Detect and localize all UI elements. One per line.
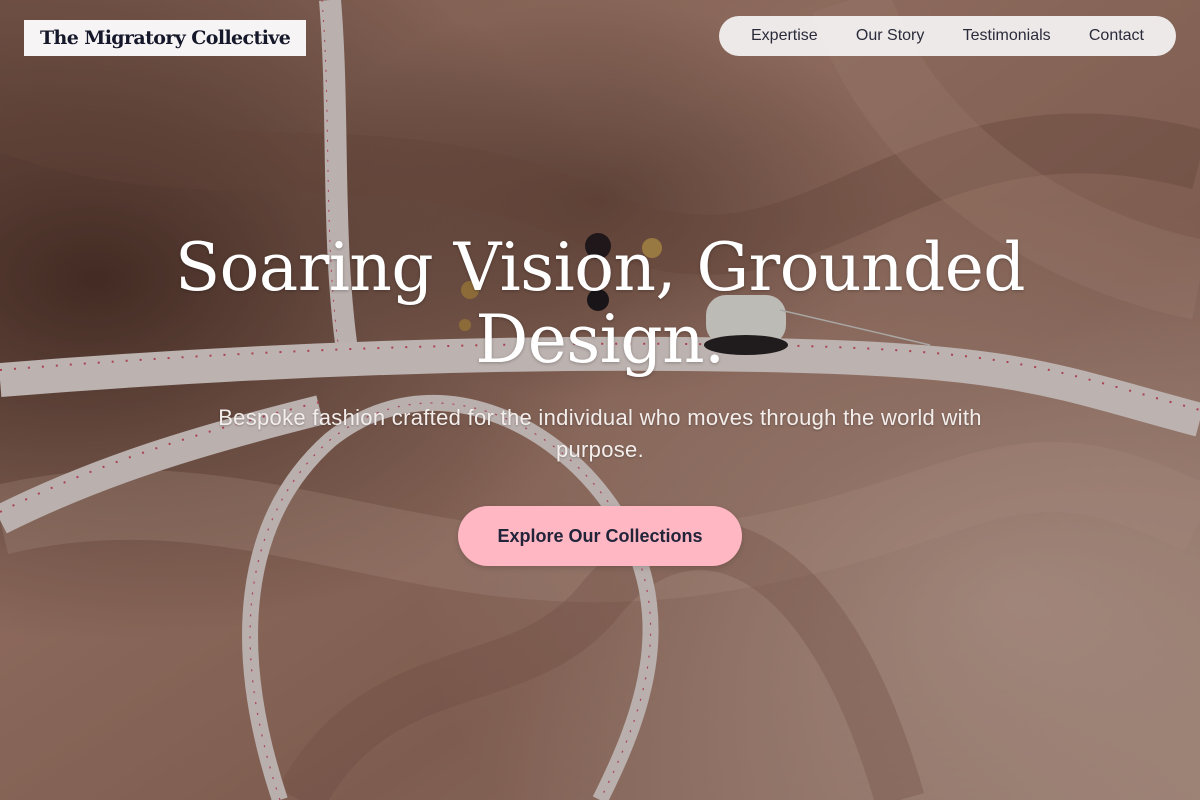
nav-item-expertise[interactable]: Expertise: [751, 27, 818, 45]
nav-item-contact[interactable]: Contact: [1089, 27, 1144, 45]
hero-overlay: [0, 0, 1200, 800]
brand-logo[interactable]: The Migratory Collective: [24, 20, 307, 56]
nav-item-testimonials[interactable]: Testimonials: [963, 27, 1051, 45]
nav-item-our-story[interactable]: Our Story: [856, 27, 924, 45]
main-nav: Expertise Our Story Testimonials Contact: [719, 16, 1176, 56]
hero-subtitle: Bespoke fashion crafted for the individu…: [218, 405, 982, 462]
hero-headline: Soaring Vision, Grounded Design.: [174, 229, 1026, 378]
explore-collections-button[interactable]: Explore Our Collections: [458, 506, 742, 566]
hero-section: The Migratory Collective Expertise Our S…: [0, 0, 1200, 800]
